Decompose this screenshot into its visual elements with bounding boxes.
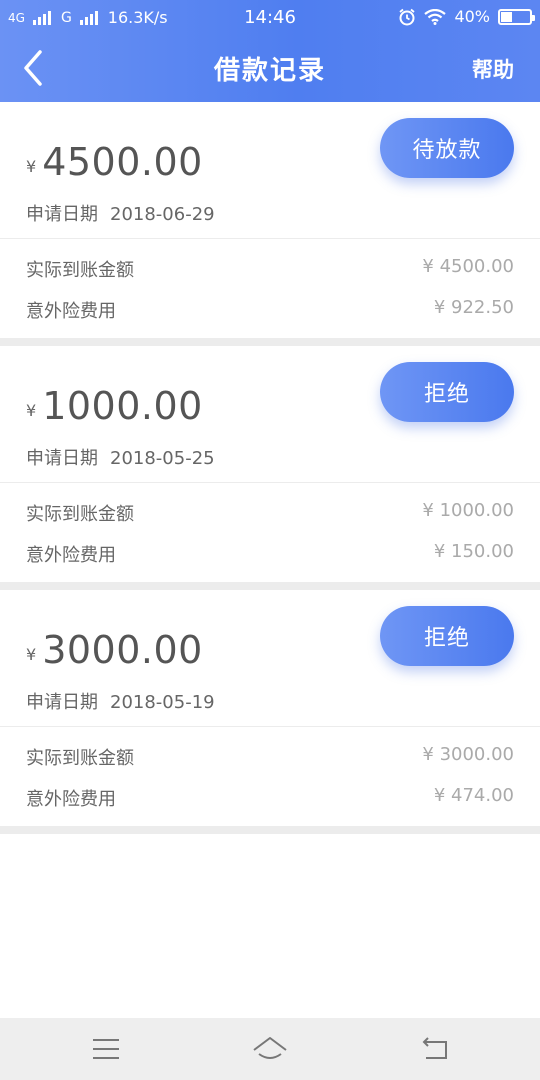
insurance-fee-label: 意外险费用 <box>26 301 116 322</box>
received-amount-label: 实际到账金额 <box>26 260 134 281</box>
received-amount-value: ¥ 1000.00 <box>422 500 514 521</box>
received-amount-row: 实际到账金额 ¥ 4500.00 <box>26 256 514 282</box>
currency-symbol: ¥ <box>26 645 37 664</box>
divider <box>0 482 540 483</box>
status-badge-rejected[interactable]: 拒绝 <box>380 362 514 422</box>
card-separator <box>0 582 540 590</box>
apply-date-label: 申请日期 <box>26 448 98 469</box>
battery-level <box>501 11 512 22</box>
apply-date-value: 2018-05-19 <box>110 692 215 713</box>
amount-value: 1000.00 <box>42 384 203 428</box>
apply-date-value: 2018-05-25 <box>110 448 215 469</box>
loan-record-card[interactable]: ¥ 4500.00 待放款 申请日期 2018-06-29 实际到账金额 ¥ 45… <box>0 102 540 338</box>
loan-amount: ¥ 4500.00 <box>26 140 203 184</box>
insurance-fee-value: ¥ 922.50 <box>433 297 514 318</box>
received-amount-value: ¥ 3000.00 <box>422 744 514 765</box>
app-header: 4G G 16.3K/s 14:46 40% 借款记录 帮助 <box>0 0 540 102</box>
apply-date: 申请日期 2018-06-29 <box>26 200 215 226</box>
divider <box>0 726 540 727</box>
received-amount-label: 实际到账金额 <box>26 504 134 525</box>
apply-date: 申请日期 2018-05-25 <box>26 444 215 470</box>
home-icon[interactable] <box>250 1032 290 1066</box>
insurance-fee-value: ¥ 474.00 <box>433 785 514 806</box>
insurance-fee-value: ¥ 150.00 <box>433 541 514 562</box>
loan-record-list: ¥ 4500.00 待放款 申请日期 2018-06-29 实际到账金额 ¥ 45… <box>0 102 540 834</box>
help-button[interactable]: 帮助 <box>472 54 514 84</box>
status-badge-rejected[interactable]: 拒绝 <box>380 606 514 666</box>
battery-percent: 40% <box>454 7 490 26</box>
system-nav-bar <box>0 1018 540 1080</box>
received-amount-row: 实际到账金额 ¥ 3000.00 <box>26 744 514 770</box>
apply-date: 申请日期 2018-05-19 <box>26 688 215 714</box>
insurance-fee-row: 意外险费用 ¥ 474.00 <box>26 785 514 811</box>
apply-date-value: 2018-06-29 <box>110 204 215 225</box>
currency-symbol: ¥ <box>26 157 37 176</box>
loan-record-card[interactable]: ¥ 3000.00 拒绝 申请日期 2018-05-19 实际到账金额 ¥ 300… <box>0 590 540 826</box>
card-separator <box>0 338 540 346</box>
received-amount-label: 实际到账金额 <box>26 748 134 769</box>
received-amount-row: 实际到账金额 ¥ 1000.00 <box>26 500 514 526</box>
nav-bar: 借款记录 帮助 <box>0 36 540 102</box>
loan-amount: ¥ 1000.00 <box>26 384 203 428</box>
insurance-fee-row: 意外险费用 ¥ 150.00 <box>26 541 514 567</box>
status-bar: 4G G 16.3K/s 14:46 40% <box>0 0 540 36</box>
page-title: 借款记录 <box>213 56 326 86</box>
battery-icon <box>498 8 535 25</box>
currency-symbol: ¥ <box>26 401 37 420</box>
insurance-fee-row: 意外险费用 ¥ 922.50 <box>26 297 514 323</box>
status-badge-pending[interactable]: 待放款 <box>380 118 514 178</box>
loan-record-card[interactable]: ¥ 1000.00 拒绝 申请日期 2018-05-25 实际到账金额 ¥ 100… <box>0 346 540 582</box>
insurance-fee-label: 意外险费用 <box>26 789 116 810</box>
amount-value: 4500.00 <box>42 140 203 184</box>
wifi-icon <box>424 8 447 25</box>
divider <box>0 238 540 239</box>
back-icon[interactable] <box>414 1032 454 1066</box>
card-separator <box>0 826 540 834</box>
status-right: 40% <box>398 7 535 26</box>
apply-date-label: 申请日期 <box>26 204 98 225</box>
loan-amount: ¥ 3000.00 <box>26 628 203 672</box>
received-amount-value: ¥ 4500.00 <box>422 256 514 277</box>
amount-value: 3000.00 <box>42 628 203 672</box>
alarm-icon <box>399 8 416 25</box>
insurance-fee-label: 意外险费用 <box>26 545 116 566</box>
menu-icon[interactable] <box>86 1032 126 1066</box>
apply-date-label: 申请日期 <box>26 692 98 713</box>
